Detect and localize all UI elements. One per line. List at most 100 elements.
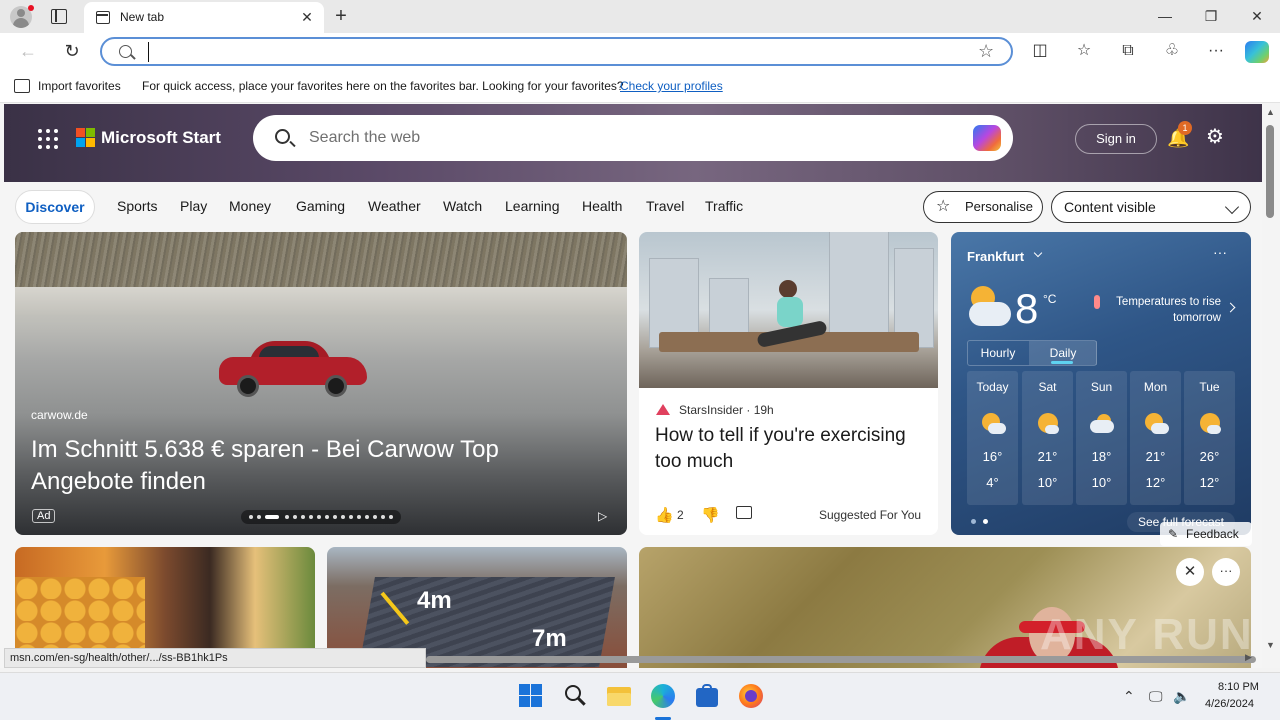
watermark-logo: ANY RUN bbox=[1040, 610, 1254, 659]
article-card[interactable]: StarsInsider · 19h How to tell if you're… bbox=[639, 232, 938, 535]
personalise-button[interactable]: ☆ Personalise bbox=[923, 191, 1043, 223]
reload-button[interactable]: ↻ bbox=[59, 39, 85, 63]
carousel-dots[interactable] bbox=[241, 510, 401, 524]
personalise-label: Personalise bbox=[965, 199, 1033, 214]
collections-icon[interactable]: ⧉ bbox=[1115, 39, 1141, 63]
tab-travel[interactable]: Travel bbox=[646, 198, 684, 214]
weather-more-icon[interactable]: ··· bbox=[1213, 244, 1227, 260]
page-viewport: Microsoft Start Search the web Sign in 🔔… bbox=[0, 103, 1262, 668]
close-icon[interactable]: ✕ bbox=[1176, 558, 1204, 586]
partly-cloudy-icon bbox=[980, 411, 1006, 435]
tab-sports[interactable]: Sports bbox=[117, 198, 157, 214]
search-icon bbox=[119, 45, 132, 58]
starsinsider-logo-icon bbox=[656, 404, 670, 415]
scroll-down-arrow-icon[interactable]: ▼ bbox=[1266, 640, 1275, 650]
tab-learning[interactable]: Learning bbox=[505, 198, 560, 214]
minimize-button[interactable]: — bbox=[1142, 4, 1188, 28]
forecast-day[interactable]: Sat 21° 10° bbox=[1022, 371, 1073, 505]
forecast-day[interactable]: Sun 18° 10° bbox=[1076, 371, 1127, 505]
weather-alert[interactable]: Temperatures to rise tomorrow bbox=[1103, 294, 1221, 326]
brand-title[interactable]: Microsoft Start bbox=[101, 128, 221, 148]
tab-weather[interactable]: Weather bbox=[368, 198, 421, 214]
weather-city[interactable]: Frankfurt bbox=[967, 249, 1024, 264]
sign-in-button[interactable]: Sign in bbox=[1075, 124, 1157, 154]
favorite-star-icon[interactable]: ☆ bbox=[978, 41, 994, 62]
forecast-day[interactable]: Today 16° 4° bbox=[967, 371, 1018, 505]
copilot-icon[interactable] bbox=[1245, 41, 1269, 63]
search-icon[interactable] bbox=[562, 683, 588, 709]
article-title[interactable]: How to tell if you're exercising too muc… bbox=[655, 423, 915, 475]
tab-new-tab[interactable]: New tab ✕ bbox=[84, 2, 324, 33]
more-options-icon[interactable]: ··· bbox=[1212, 558, 1240, 586]
tab-discover[interactable]: Discover bbox=[15, 190, 95, 224]
back-button[interactable]: ← bbox=[15, 39, 41, 63]
scroll-thumb[interactable] bbox=[1266, 125, 1274, 218]
profile-notification-dot bbox=[28, 5, 34, 11]
day-name: Sun bbox=[1090, 380, 1113, 394]
import-favorites-button[interactable]: Import favorites bbox=[38, 79, 121, 93]
chevron-right-icon[interactable] bbox=[1225, 302, 1236, 313]
clock-date[interactable]: 4/26/2024 bbox=[1205, 698, 1254, 710]
edge-browser-icon[interactable] bbox=[650, 683, 676, 709]
restore-button[interactable]: ❐ bbox=[1188, 4, 1234, 28]
tab-health[interactable]: Health bbox=[582, 198, 622, 214]
split-screen-icon[interactable]: ◫ bbox=[1027, 39, 1053, 63]
close-window-button[interactable]: ✕ bbox=[1234, 4, 1280, 28]
content-visibility-dropdown[interactable]: Content visible bbox=[1051, 191, 1251, 223]
web-search-box[interactable]: Search the web bbox=[253, 115, 1013, 161]
ad-choices-icon[interactable]: ▷ bbox=[598, 509, 612, 523]
content-visible-label: Content visible bbox=[1064, 199, 1156, 215]
tab-watch[interactable]: Watch bbox=[443, 198, 482, 214]
tab-gaming[interactable]: Gaming bbox=[296, 198, 345, 214]
search-placeholder: Search the web bbox=[309, 129, 421, 146]
extensions-icon[interactable]: ♧ bbox=[1159, 39, 1185, 63]
forecast-day[interactable]: Tue 26° 12° bbox=[1184, 371, 1235, 505]
chevron-down-icon[interactable] bbox=[1033, 248, 1043, 258]
category-nav: Discover Sports Play Money Gaming Weathe… bbox=[0, 183, 1262, 229]
hourly-tab[interactable]: Hourly bbox=[968, 341, 1028, 365]
clock-time[interactable]: 8:10 PM bbox=[1218, 681, 1259, 693]
store-icon[interactable] bbox=[694, 683, 720, 709]
favorites-bar: Import favorites For quick access, place… bbox=[0, 70, 1280, 103]
import-favorites-icon bbox=[14, 79, 30, 93]
tab-traffic[interactable]: Traffic bbox=[705, 198, 743, 214]
daily-tab[interactable]: Daily bbox=[1029, 341, 1097, 365]
favorites-hint: For quick access, place your favorites h… bbox=[142, 79, 624, 93]
weather-card[interactable]: Frankfurt ··· 8 °C Temperatures to rise … bbox=[951, 232, 1251, 535]
forecast-day[interactable]: Mon 21° 12° bbox=[1130, 371, 1181, 505]
more-menu-icon[interactable]: ··· bbox=[1203, 39, 1229, 63]
tab-close-button[interactable]: ✕ bbox=[298, 8, 316, 26]
day-high: 16° bbox=[982, 449, 1003, 464]
settings-gear-icon[interactable]: ⚙ bbox=[1206, 126, 1228, 148]
apps-grid-icon[interactable] bbox=[38, 129, 58, 149]
address-bar[interactable]: ☆ bbox=[100, 37, 1013, 66]
new-tab-button[interactable]: + bbox=[330, 4, 352, 28]
file-explorer-icon[interactable] bbox=[606, 683, 632, 709]
article-source[interactable]: StarsInsider · 19h bbox=[679, 403, 774, 417]
network-icon[interactable]: 🖵 bbox=[1149, 688, 1163, 705]
like-icon[interactable]: 👍 bbox=[655, 506, 674, 524]
temperature-unit[interactable]: °C bbox=[1043, 292, 1056, 306]
volume-icon[interactable]: 🔈 bbox=[1173, 688, 1190, 705]
comment-icon[interactable] bbox=[736, 506, 752, 519]
tray-chevron-icon[interactable]: ⌃ bbox=[1123, 688, 1135, 705]
feedback-button[interactable]: ✎ Feedback bbox=[1160, 522, 1252, 546]
address-input[interactable] bbox=[148, 42, 948, 62]
firefox-icon[interactable] bbox=[738, 683, 764, 709]
hero-ad-card[interactable]: carwow.de Im Schnitt 5.638 € sparen - Be… bbox=[15, 232, 627, 535]
scroll-up-arrow-icon[interactable]: ▲ bbox=[1266, 107, 1275, 117]
vertical-scrollbar[interactable]: ▲ ▼ bbox=[1262, 103, 1280, 668]
check-profiles-link[interactable]: Check your profiles bbox=[620, 79, 723, 93]
tab-play[interactable]: Play bbox=[180, 198, 207, 214]
day-high: 21° bbox=[1037, 449, 1058, 464]
windows-start-icon[interactable] bbox=[518, 683, 544, 709]
hero-title[interactable]: Im Schnitt 5.638 € sparen - Bei Carwow T… bbox=[31, 434, 591, 498]
dislike-icon[interactable]: 👎 bbox=[701, 506, 720, 524]
microsoft-logo-icon bbox=[76, 128, 96, 148]
tab-money[interactable]: Money bbox=[229, 198, 271, 214]
red-car-image bbox=[219, 339, 367, 397]
copilot-icon[interactable] bbox=[973, 125, 1001, 151]
tab-actions-icon[interactable] bbox=[48, 7, 68, 25]
day-low: 10° bbox=[1037, 475, 1058, 490]
favorites-icon[interactable]: ☆ bbox=[1071, 39, 1097, 63]
